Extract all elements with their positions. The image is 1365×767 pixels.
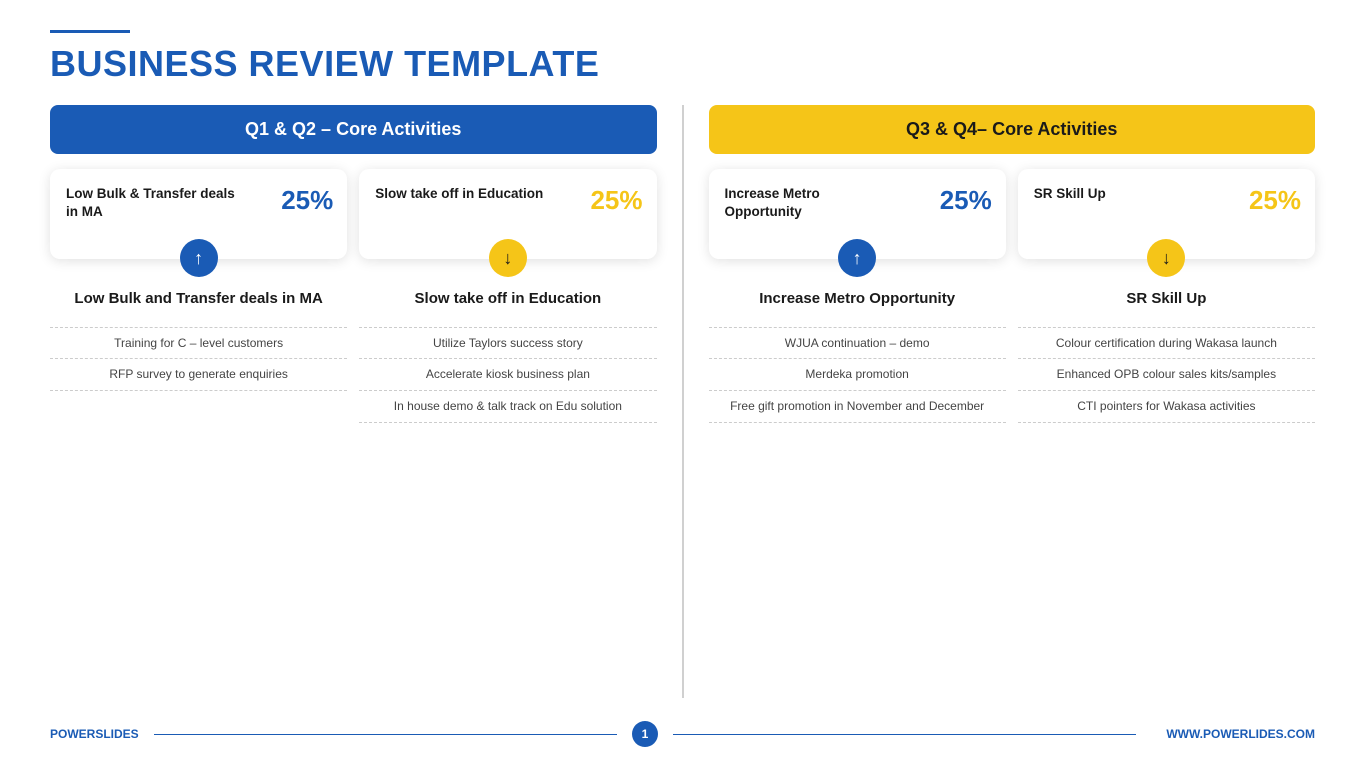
arrow-down-icon	[1162, 248, 1171, 269]
footer: POWERSLIDES 1 WWW.POWERLIDES.COM	[50, 713, 1315, 747]
right-card-1-percent: 25%	[940, 185, 992, 216]
right-cards-row: Increase Metro Opportunity 25% SR Skill …	[709, 169, 1316, 259]
arrow-up-icon	[853, 248, 862, 269]
left-card-1: Low Bulk & Transfer deals in MA 25%	[50, 169, 347, 259]
left-card-2: Slow take off in Education 25%	[359, 169, 656, 259]
header: BUSINESS REVIEW TEMPLATE	[50, 30, 1315, 85]
right-card-2-icon	[1147, 239, 1185, 277]
list-item: Merdeka promotion	[709, 359, 1006, 391]
right-card-1: Increase Metro Opportunity 25%	[709, 169, 1006, 259]
right-card-2-percent: 25%	[1249, 185, 1301, 216]
list-item: Colour certification during Wakasa launc…	[1018, 327, 1315, 360]
left-item-2-title: Slow take off in Education	[415, 289, 602, 309]
list-item: Accelerate kiosk business plan	[359, 359, 656, 391]
right-card-2: SR Skill Up 25%	[1018, 169, 1315, 259]
left-items-row: Low Bulk and Transfer deals in MA Traini…	[50, 289, 657, 698]
page-title: BUSINESS REVIEW TEMPLATE	[50, 43, 1315, 85]
right-card-2-title: SR Skill Up	[1034, 185, 1206, 203]
left-card-1-title: Low Bulk & Transfer deals in MA	[66, 185, 238, 220]
header-accent-line	[50, 30, 130, 33]
list-item: Enhanced OPB colour sales kits/samples	[1018, 359, 1315, 391]
main-content: Q1 & Q2 – Core Activities Low Bulk & Tra…	[50, 105, 1315, 698]
footer-line-right	[673, 734, 1136, 735]
right-items-row: Increase Metro Opportunity WJUA continua…	[709, 289, 1316, 698]
left-card-2-icon	[489, 239, 527, 277]
left-card-2-percent: 25%	[590, 185, 642, 216]
left-item-1-list: Training for C – level customers RFP sur…	[50, 327, 347, 392]
right-item-col-1: Increase Metro Opportunity WJUA continua…	[709, 289, 1006, 698]
footer-line-left	[154, 734, 617, 735]
left-panel: Q1 & Q2 – Core Activities Low Bulk & Tra…	[50, 105, 657, 698]
footer-url: WWW.POWERLIDES.COM	[1166, 727, 1315, 741]
left-panel-header: Q1 & Q2 – Core Activities	[50, 105, 657, 154]
footer-brand: POWERSLIDES	[50, 727, 139, 741]
arrow-down-icon	[503, 248, 512, 269]
title-blue: TEMPLATE	[404, 43, 599, 84]
footer-page-number: 1	[632, 721, 658, 747]
right-item-1-list: WJUA continuation – demo Merdeka promoti…	[709, 327, 1006, 423]
left-cards-row: Low Bulk & Transfer deals in MA 25% Slow…	[50, 169, 657, 259]
left-card-2-title: Slow take off in Education	[375, 185, 547, 203]
list-item: RFP survey to generate enquiries	[50, 359, 347, 391]
right-card-1-icon	[838, 239, 876, 277]
right-item-2-list: Colour certification during Wakasa launc…	[1018, 327, 1315, 423]
left-card-1-icon	[180, 239, 218, 277]
footer-brand-black: POWER	[50, 727, 95, 741]
footer-brand-blue: SLIDES	[95, 727, 138, 741]
left-item-col-2: Slow take off in Education Utilize Taylo…	[359, 289, 656, 698]
left-item-col-1: Low Bulk and Transfer deals in MA Traini…	[50, 289, 347, 698]
list-item: Utilize Taylors success story	[359, 327, 656, 360]
right-item-2-title: SR Skill Up	[1126, 289, 1206, 309]
left-item-1-title: Low Bulk and Transfer deals in MA	[74, 289, 322, 309]
list-item: Free gift promotion in November and Dece…	[709, 391, 1006, 423]
arrow-up-icon	[194, 248, 203, 269]
list-item: Training for C – level customers	[50, 327, 347, 360]
list-item: CTI pointers for Wakasa activities	[1018, 391, 1315, 423]
vertical-divider	[682, 105, 684, 698]
right-card-1-title: Increase Metro Opportunity	[725, 185, 897, 220]
right-panel: Q3 & Q4– Core Activities Increase Metro …	[709, 105, 1316, 698]
list-item: WJUA continuation – demo	[709, 327, 1006, 360]
left-card-1-percent: 25%	[281, 185, 333, 216]
left-item-2-list: Utilize Taylors success story Accelerate…	[359, 327, 656, 423]
right-item-col-2: SR Skill Up Colour certification during …	[1018, 289, 1315, 698]
right-item-1-title: Increase Metro Opportunity	[759, 289, 955, 309]
list-item: In house demo & talk track on Edu soluti…	[359, 391, 656, 423]
right-panel-header: Q3 & Q4– Core Activities	[709, 105, 1316, 154]
title-black: BUSINESS REVIEW	[50, 43, 404, 84]
